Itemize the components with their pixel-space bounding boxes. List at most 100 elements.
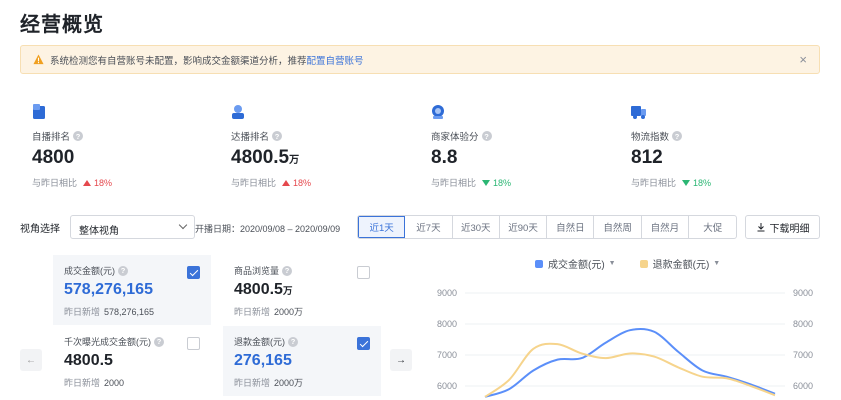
metric-value: 578,276,165 [64, 281, 153, 298]
view-select-value: 整体视角 [79, 226, 119, 237]
metric-label: 退款金额(元) [234, 337, 285, 347]
download-label: 下载明细 [769, 223, 810, 235]
series-line-0 [484, 327, 776, 398]
kpi-compare-label: 与昨日相比 [32, 178, 78, 188]
metric-card-gmv[interactable]: 成交金额(元)? 578,276,165 昨日新增 578,276,165 [53, 255, 211, 325]
metric-sub-value: 2000 [104, 378, 125, 388]
help-icon[interactable]: ? [282, 265, 293, 276]
help-icon[interactable]: ? [73, 131, 84, 141]
metric-checkbox[interactable] [357, 337, 370, 350]
kpi-label: 自播排名 [32, 132, 71, 143]
help-icon[interactable]: ? [154, 336, 164, 347]
kpi-logistics-index: 物流指数? 812 与昨日相比 18% [619, 104, 799, 189]
metric-value: 4800.5 [64, 352, 113, 369]
warning-alert: 系统检测您有自营账号未配置，影响成交金额渠道分析，推荐 配置自营账号 × [20, 45, 820, 74]
metric-card-gmv-per-mille[interactable]: 千次曝光成交金额(元)? 4800.5 昨日新增 2000 [53, 326, 211, 396]
trend-up-icon [282, 179, 291, 186]
metric-value: 276,165 [234, 352, 292, 369]
kpi-pct: 18% [493, 177, 512, 188]
kpi-influencer-rank: 达播排名? 4800.5万 与昨日相比 18% [219, 104, 399, 189]
kpi-pct: 18% [293, 177, 312, 188]
period-tabs: 近1天 近7天 近30天 近90天 自然日 自然周 自然月 大促 [357, 215, 738, 239]
kpi-label: 商家体验分 [431, 132, 479, 143]
metric-sub-label: 昨日新增 [234, 307, 271, 317]
filter-toolbar: 视角选择 整体视角 开播日期：2020/09/08 – 2020/09/09 近… [20, 215, 820, 239]
view-select-label: 视角选择 [20, 224, 60, 235]
help-icon[interactable]: ? [672, 131, 683, 141]
tab-natural-day[interactable]: 自然日 [547, 216, 595, 238]
metric-sub-value: 2000万 [274, 378, 304, 388]
kpi-compare-label: 与昨日相比 [631, 178, 677, 188]
kpi-compare-label: 与昨日相比 [231, 178, 277, 188]
tab-natural-month[interactable]: 自然月 [642, 216, 690, 238]
arrow-right-icon: → [396, 354, 406, 366]
configure-account-link[interactable]: 配置自营账号 [307, 53, 364, 67]
y-tick-label-right: 7000 [793, 350, 813, 360]
download-details-button[interactable]: 下载明细 [745, 215, 820, 239]
kpi-compare-label: 与昨日相比 [431, 178, 477, 188]
tab-natural-week[interactable]: 自然周 [594, 216, 642, 238]
kpi-value: 812 [631, 147, 663, 168]
metric-card-product-views[interactable]: 商品浏览量? 4800.5万 昨日新增 2000万 [223, 255, 381, 325]
help-icon[interactable]: ? [481, 131, 492, 141]
metric-sub-value: 2000万 [274, 307, 304, 317]
line-chart-svg: 9000 9000 8000 8000 7000 7000 6000 6000 [437, 288, 813, 398]
close-icon[interactable]: × [799, 53, 807, 66]
broadcast-date-range: 开播日期：2020/09/08 – 2020/09/09 [195, 224, 341, 234]
metric-unit: 万 [282, 286, 293, 297]
y-tick-label-left: 6000 [437, 381, 457, 391]
kpi-label: 物流指数 [631, 132, 670, 143]
trend-chart: 成交金额(元) ▼ 退款金额(元) ▼ 9000 9000 8000 8000 7000… [415, 250, 841, 400]
help-icon[interactable]: ? [118, 265, 128, 276]
chevron-down-icon [178, 220, 188, 230]
y-tick-label-right: 6000 [793, 381, 813, 391]
help-icon[interactable]: ? [288, 336, 298, 347]
page-title: 经营概览 [20, 14, 104, 36]
y-tick-label-right: 9000 [793, 288, 813, 298]
tab-30-days[interactable]: 近30天 [453, 216, 500, 238]
y-tick-label-left: 9000 [437, 288, 457, 298]
y-tick-label-left: 7000 [437, 350, 457, 360]
kpi-value: 4800.5 [231, 147, 290, 168]
truck-icon [631, 106, 646, 119]
tab-90-days[interactable]: 近90天 [500, 216, 548, 238]
metric-value: 4800.5 [234, 281, 283, 298]
user-icon [232, 105, 244, 119]
kpi-value: 8.8 [431, 147, 458, 168]
video-icon [33, 104, 45, 119]
arrow-left-icon: ← [26, 354, 36, 366]
view-select[interactable]: 整体视角 [70, 215, 195, 239]
metric-checkbox[interactable] [187, 266, 200, 279]
metric-sub-label: 昨日新增 [64, 378, 101, 388]
prev-arrow-button[interactable]: ← [20, 349, 42, 371]
metric-sub-label: 昨日新增 [64, 307, 101, 317]
metric-sub-label: 昨日新增 [234, 378, 271, 388]
next-arrow-button[interactable]: → [390, 349, 412, 371]
tab-promotion[interactable]: 大促 [689, 216, 736, 238]
metric-sub-value: 578,276,165 [104, 307, 155, 317]
metric-label: 成交金额(元) [64, 266, 115, 276]
tab-7-days[interactable]: 近7天 [405, 216, 453, 238]
kpi-merchant-experience: 商家体验分? 8.8 与昨日相比 18% [419, 104, 599, 189]
tab-1-day[interactable]: 近1天 [358, 216, 406, 238]
kpi-label: 达播排名 [231, 132, 270, 143]
trend-up-icon [83, 179, 92, 186]
y-tick-label-right: 8000 [793, 319, 813, 329]
trend-down-icon [482, 179, 491, 186]
metric-label: 商品浏览量 [234, 266, 280, 276]
metric-checkbox[interactable] [357, 266, 370, 279]
kpi-self-broadcast-rank: 自播排名? 4800 与昨日相比 18% [20, 104, 200, 189]
metric-card-refund[interactable]: 退款金额(元)? 276,165 昨日新增 2000万 [223, 326, 381, 396]
kpi-pct: 18% [94, 177, 113, 188]
series-line-1 [484, 342, 776, 398]
help-icon[interactable]: ? [272, 131, 283, 141]
kpi-pct: 18% [693, 177, 712, 188]
badge-icon [432, 105, 444, 119]
y-tick-label-left: 8000 [437, 319, 457, 329]
warning-icon [33, 54, 44, 65]
kpi-unit: 万 [289, 155, 300, 166]
trend-down-icon [682, 179, 691, 186]
metric-checkbox[interactable] [187, 337, 200, 350]
metric-label: 千次曝光成交金额(元) [64, 337, 151, 347]
kpi-value: 4800 [32, 147, 75, 168]
